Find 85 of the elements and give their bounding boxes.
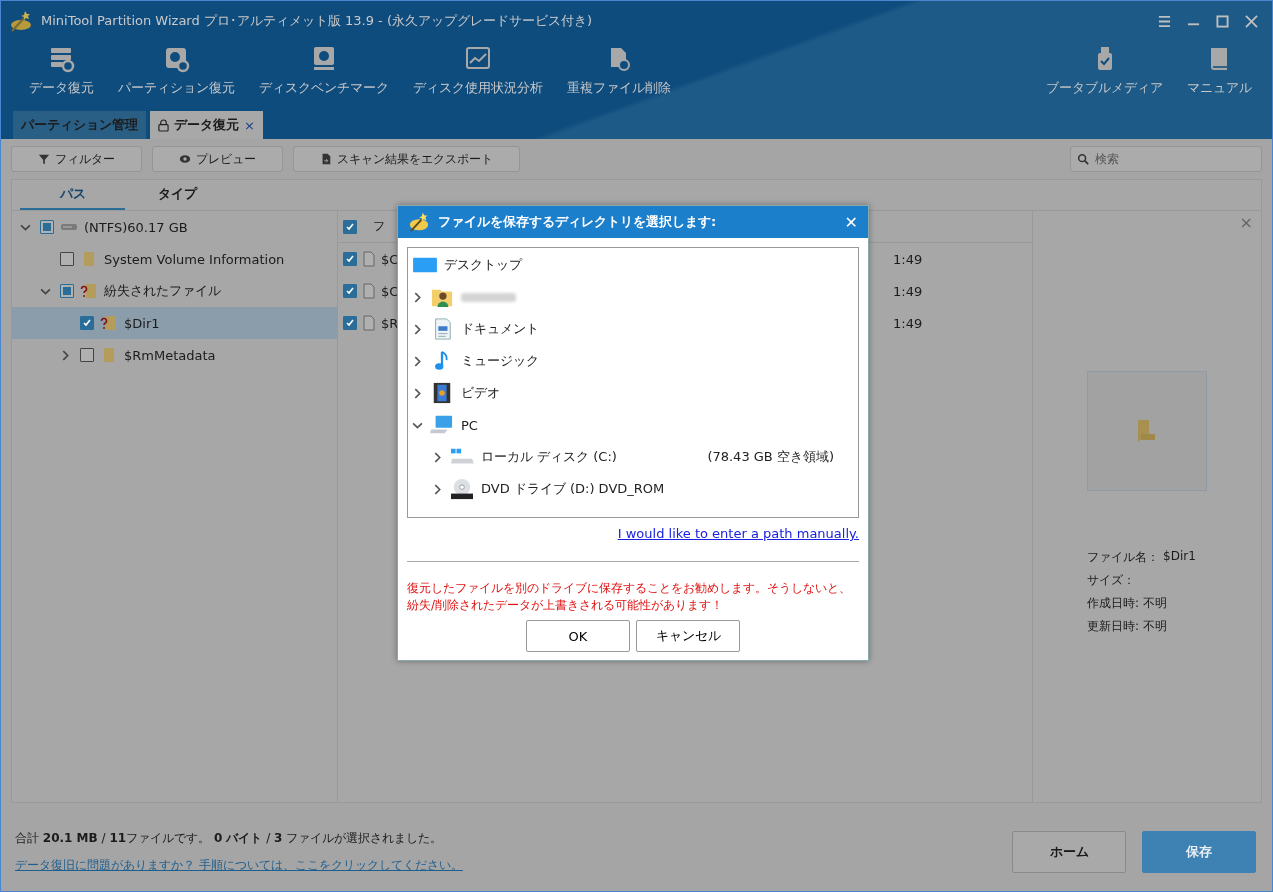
view-tab[interactable]: パス xyxy=(20,180,125,210)
table-cell: 1:49 xyxy=(893,283,923,299)
file-icon xyxy=(363,251,375,267)
window-title: MiniTool Partition Wizard プロ･アルティメット版 13.9 - (永久アップグレードサービス付き) xyxy=(41,12,594,30)
close-icon[interactable] xyxy=(1245,14,1258,28)
field-label: 更新日時: xyxy=(1087,618,1140,635)
table-cell: 1:49 xyxy=(893,251,923,267)
checkbox[interactable] xyxy=(60,252,74,266)
checkbox[interactable] xyxy=(343,284,357,298)
toolbar-button[interactable]: パーティション復元 xyxy=(108,41,245,109)
save-button[interactable]: 保存 xyxy=(1142,831,1256,873)
expand-icon[interactable] xyxy=(432,451,443,463)
home-button[interactable]: ホーム xyxy=(1012,831,1126,873)
expand-icon[interactable] xyxy=(412,387,423,399)
file-icon xyxy=(363,283,375,299)
document-tab[interactable]: データ復元 × xyxy=(150,111,263,139)
search-icon xyxy=(1077,153,1089,165)
table-cell-text: $R xyxy=(381,315,400,331)
table-cell-text: $C xyxy=(381,251,400,267)
padlock-icon xyxy=(158,118,169,132)
tree-item[interactable]: (NTFS)60.17 GB xyxy=(12,211,337,243)
folder-name[interactable]: ビデオ xyxy=(461,384,500,402)
expand-icon[interactable] xyxy=(412,355,423,367)
toolbar-button[interactable]: データ復元 xyxy=(19,41,104,109)
field-label: サイズ： xyxy=(1087,572,1135,589)
checkbox[interactable] xyxy=(80,316,94,330)
unknown-folder-icon xyxy=(100,315,118,331)
toolbar-button[interactable]: ディスクベンチマーク xyxy=(249,41,399,109)
checkbox[interactable] xyxy=(60,284,74,298)
menu-icon[interactable] xyxy=(1158,14,1171,28)
expand-icon[interactable] xyxy=(432,483,443,495)
file-icon xyxy=(363,315,375,331)
toolbar-button[interactable]: スキャン結果をエクスポート xyxy=(293,146,520,172)
checkbox[interactable] xyxy=(343,219,357,234)
eye-icon xyxy=(179,153,191,165)
warning-text: 復元したファイルを別のドライブに保存することをお勧めします。そうしないと、紛失/削除されたデータが上書きされる可能性があります！ xyxy=(407,580,852,614)
expand-icon[interactable] xyxy=(412,323,423,335)
toolbar-button[interactable]: フィルター xyxy=(11,146,142,172)
checkbox[interactable] xyxy=(80,348,94,362)
table-cell-text: $C xyxy=(381,283,400,299)
selection-summary: 合計 20.1 MB / 11ファイルです。 0 バイト / 3 ファイルが選択されました。 xyxy=(15,830,444,847)
checkbox[interactable] xyxy=(343,316,357,330)
export-icon xyxy=(320,153,332,165)
tree-item[interactable]: $RmMetadata xyxy=(12,339,337,371)
maximize-icon[interactable] xyxy=(1216,14,1229,28)
computer-icon xyxy=(429,414,455,436)
field-value: $Dir1 xyxy=(1163,549,1196,565)
folder-name[interactable]: ドキュメント xyxy=(461,320,539,338)
dialog-title: ファイルを保存するディレクトリを選択します: xyxy=(438,213,718,231)
toolbar-button[interactable]: ブータブルメディア xyxy=(1036,41,1173,109)
field-label: ファイル名： xyxy=(1087,549,1159,566)
folder-icon xyxy=(1137,418,1157,444)
cancel-button[interactable]: キャンセル xyxy=(636,620,740,652)
manual-path-link[interactable]: I would like to enter a path manually. xyxy=(617,526,859,541)
unknown-folder-icon xyxy=(80,283,98,299)
toolbar-button[interactable]: 重複ファイル削除 xyxy=(557,41,681,109)
field-value: 不明 xyxy=(1143,595,1168,612)
table-cell: 1:49 xyxy=(893,315,923,331)
expand-icon[interactable] xyxy=(412,291,423,303)
free-space: (78.43 GB 空き領域) xyxy=(707,448,834,466)
ok-button[interactable]: OK xyxy=(526,620,630,652)
search-field[interactable]: 検索 xyxy=(1070,146,1262,172)
toolbar-button[interactable]: マニュアル xyxy=(1177,41,1262,109)
folder-name[interactable]: PC xyxy=(461,417,478,433)
tree-item[interactable]: 紛失されたファイル xyxy=(12,275,337,307)
field-value: 不明 xyxy=(1143,618,1168,635)
toolbar-button[interactable]: プレビュー xyxy=(152,146,283,172)
checkbox[interactable] xyxy=(343,252,357,266)
folder-name[interactable]: デスクトップ xyxy=(444,256,522,274)
tree-item[interactable]: $Dir1 xyxy=(12,307,337,339)
folder-name[interactable]: ローカル ディスク (C:) xyxy=(481,448,617,466)
disc-icon xyxy=(449,478,475,500)
toolbar-button[interactable]: ディスク使用状況分析 xyxy=(403,41,553,109)
column-header[interactable]: フ xyxy=(373,218,385,235)
close-icon[interactable]: ✕ xyxy=(844,212,858,232)
filter-icon xyxy=(38,153,50,165)
app-logo-icon xyxy=(9,9,33,33)
folder-name[interactable]: ミュージック xyxy=(461,352,539,370)
folder-name[interactable]: DVD ドライブ (D:) DVD_ROM xyxy=(481,480,665,498)
checkbox[interactable] xyxy=(40,220,54,234)
expand-icon[interactable] xyxy=(60,349,71,361)
field-label: 作成日時: xyxy=(1087,595,1140,612)
view-tab[interactable]: タイプ xyxy=(125,180,230,210)
app-logo-icon xyxy=(408,211,430,233)
tree-item[interactable]: System Volume Information xyxy=(12,243,337,275)
